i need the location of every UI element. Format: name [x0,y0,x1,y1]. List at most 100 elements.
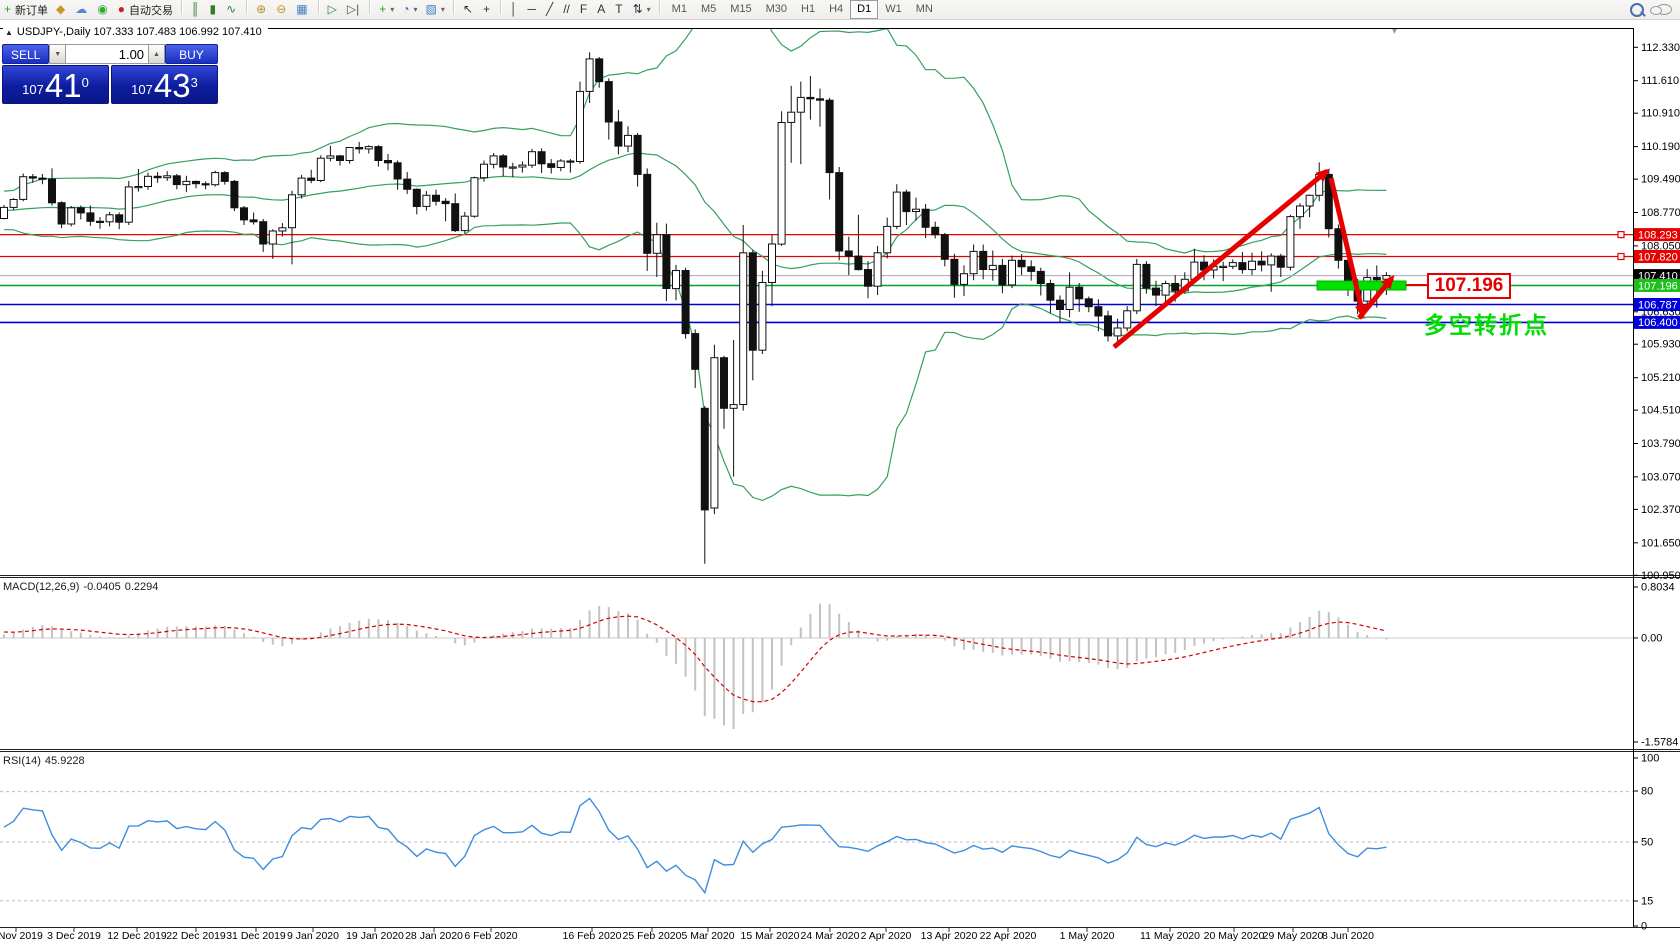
hline-handle[interactable] [1617,252,1625,261]
line-chart-glyph: ∿ [226,2,237,16]
bar-chart-glyph: ║ [190,2,200,16]
quotes-icon[interactable]: ◆ [52,0,71,19]
horizontal-line-button[interactable]: ─ [523,0,542,19]
collapse-icon[interactable]: ▲ [5,28,13,37]
label-button[interactable]: T [611,0,628,19]
autotrading-button[interactable]: ● 自动交易 [114,0,177,19]
tile-windows-button[interactable]: ▦ [292,0,313,19]
fibonacci-glyph: F [579,2,588,16]
toolbar-separator [369,0,372,14]
volume-increase-button[interactable]: ▲ [148,44,165,64]
timeframe-m30-button[interactable]: M30 [759,0,794,19]
timeframe-m1-button[interactable]: M1 [665,0,694,19]
rsi-scale-label: 15 [1641,896,1653,908]
macd-scale-label: -1.5784 [1641,737,1678,749]
timeframe-w1-button[interactable]: W1 [878,0,909,19]
buy-price-point: 3 [190,75,198,90]
rsi-scale-label: 50 [1641,837,1653,849]
rsi-indicator [0,791,1633,902]
turning-point-note[interactable]: 多空转折点 [1424,306,1549,340]
price-chip-label: 107.196 [1638,280,1678,292]
auto-scroll-button[interactable]: ▷ [324,0,343,19]
volume-decrease-button[interactable]: ▼ [49,44,67,64]
time-axis[interactable]: 4 Nov 2019 3 Dec 2019 12 Dec 201922 Dec 20… [0,928,1374,942]
pane-borders [0,28,1680,928]
date-label: 11 May 2020 [1140,930,1200,942]
timeframe-h1-button[interactable]: H1 [794,0,822,19]
fibonacci-button[interactable]: F [576,0,593,19]
sell-button[interactable]: SELL [2,44,50,64]
chat-icon[interactable] [1650,4,1672,15]
vertical-line-glyph: │ [509,2,518,16]
arrows-button-dropdown[interactable]: ▾ [647,5,651,14]
support-highlight-bar[interactable] [1316,280,1407,291]
date-label: 22 Dec 2019 [166,930,226,942]
periods-glyph: ◔ [402,2,410,16]
timeframe-mn-button[interactable]: MN [909,0,940,19]
candlestick-chart-button[interactable]: ▮ [206,0,223,19]
date-label: 13 Apr 2020 [921,930,978,942]
crosshair-glyph: + [482,2,490,16]
new-order-button[interactable]: + 新订单 [0,0,52,19]
timeframe-h4-button[interactable]: H4 [822,0,850,19]
price-tick-label: 103.070 [1641,471,1680,483]
date-label: 3 Dec 2019 [47,930,101,942]
price-tick-label: 112.330 [1641,42,1680,54]
macd-legend: MACD(12,26,9) -0.0405 0.2294 [3,581,167,593]
volume-input[interactable] [66,44,149,64]
periods-button[interactable]: ◔ ▾ [398,0,421,19]
templates-button-dropdown[interactable]: ▾ [441,5,445,14]
buy-price-display[interactable]: 107 43 3 [111,65,218,104]
arrows-glyph: ⇅ [632,2,643,16]
date-label: 4 Nov 2019 [0,930,43,942]
templates-button[interactable]: ▧ ▾ [422,0,449,19]
zoom-in-button[interactable]: ⊕ [252,0,272,19]
zoom-out-button[interactable]: ⊖ [272,0,292,19]
trendline-button[interactable]: ╱ [542,0,559,19]
macd-scale-label: 0.00 [1641,633,1662,645]
macd-params: MACD(12,26,9) [3,581,80,593]
price-chip-label: 106.400 [1638,317,1678,329]
price-axis[interactable]: 112.330 111.610 110.910 110.190 109.490 108.7… [1633,42,1680,933]
date-label: 28 Jan 2020 [405,930,463,942]
toolbar-right [1630,2,1672,17]
chart-canvas[interactable]: 112.330 111.610 110.910 110.190 109.490 108.7… [0,19,1680,942]
trendline-glyph: ╱ [545,2,554,16]
macd-value-1: -0.0405 [83,581,121,593]
cursor-button[interactable]: ↖ [459,0,479,19]
timeframe-m5-button[interactable]: M5 [694,0,723,19]
buy-button[interactable]: BUY [164,44,218,64]
sell-price-display[interactable]: 107 41 0 [2,65,109,104]
timeframe-d1-button[interactable]: D1 [850,0,879,19]
channel-button[interactable]: // [559,0,576,19]
price-chip-label: 106.787 [1638,299,1678,311]
search-icon[interactable] [1630,2,1644,17]
trend-arrow-1[interactable] [1112,168,1331,349]
community-icon[interactable]: ☁ [71,0,93,19]
crosshair-button[interactable]: + [479,0,496,19]
new-order-button-label: 新订单 [15,4,49,17]
price-tick-label: 111.610 [1641,75,1679,87]
hline-handle[interactable] [1617,231,1625,239]
quotes-icon-glyph: ◆ [56,2,66,16]
tile-windows-glyph: ▦ [296,2,308,16]
autotrading-glyph: ● [117,2,125,16]
main-toolbar: + 新订单 ◆ ☁ ◉ ● 自动交易 ║ ▮ ∿ ⊕ ⊖ ▦ ▷ ▷| + ▾ ◔ ▾ ▧ ▾ ↖ + │ ─ ╱//F A T ⇅ ▾ … [0,0,1680,20]
text-button[interactable]: A [593,0,611,19]
rsi-scale-label: 80 [1641,786,1653,798]
price-callout-box[interactable]: 107.196 [1427,273,1511,299]
vertical-line-button[interactable]: │ [506,0,524,19]
signals-icon[interactable]: ◉ [93,0,113,19]
bar-chart-button[interactable]: ║ [187,0,206,19]
buy-price-pips: 43 [153,67,191,104]
arrows-button[interactable]: ⇅ ▾ [629,0,655,19]
timeframe-m15-button[interactable]: M15 [723,0,758,19]
line-chart-button[interactable]: ∿ [222,0,242,19]
horizontal-line-glyph: ─ [527,2,536,16]
indicators-button[interactable]: + ▾ [375,0,398,19]
periods-button-dropdown[interactable]: ▾ [414,5,418,14]
date-label: 19 Jan 2020 [346,930,404,942]
auto-scroll-glyph: ▷ [327,2,337,16]
chart-shift-button[interactable]: ▷| [343,0,365,19]
indicators-button-dropdown[interactable]: ▾ [390,5,394,14]
